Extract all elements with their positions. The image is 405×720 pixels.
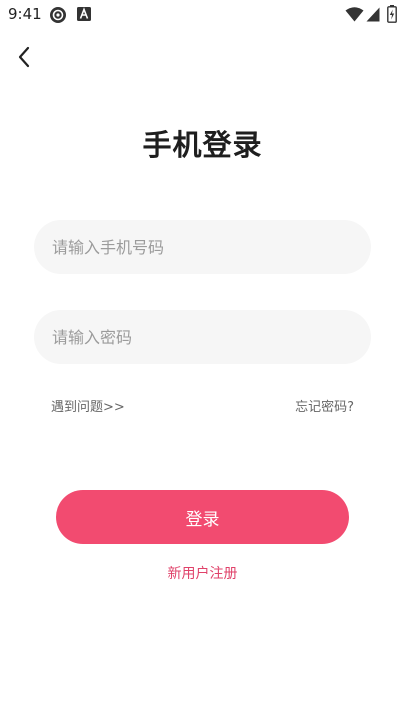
forgot-password-link[interactable]: 忘记密码? (295, 396, 354, 415)
problem-link[interactable]: 遇到问题>> (51, 396, 125, 415)
phone-input[interactable] (34, 220, 371, 274)
chevron-left-icon (17, 46, 31, 72)
wifi-icon (345, 7, 364, 26)
register-link[interactable]: 新用户注册 (0, 563, 405, 583)
a-letter-icon (76, 6, 92, 26)
phone-field[interactable] (34, 220, 371, 274)
battery-icon (387, 5, 397, 27)
login-button-label: 登录 (185, 509, 220, 530)
password-input[interactable] (34, 310, 371, 364)
back-button[interactable] (10, 43, 38, 75)
app-notification-icon (49, 6, 67, 28)
page-title: 手机登录 (142, 128, 263, 162)
status-time: 9:41 (8, 5, 42, 23)
cellular-signal-icon (366, 7, 380, 26)
status-bar: 9:41 (0, 0, 405, 30)
password-field[interactable] (34, 310, 371, 364)
login-button[interactable]: 登录 (56, 490, 349, 544)
